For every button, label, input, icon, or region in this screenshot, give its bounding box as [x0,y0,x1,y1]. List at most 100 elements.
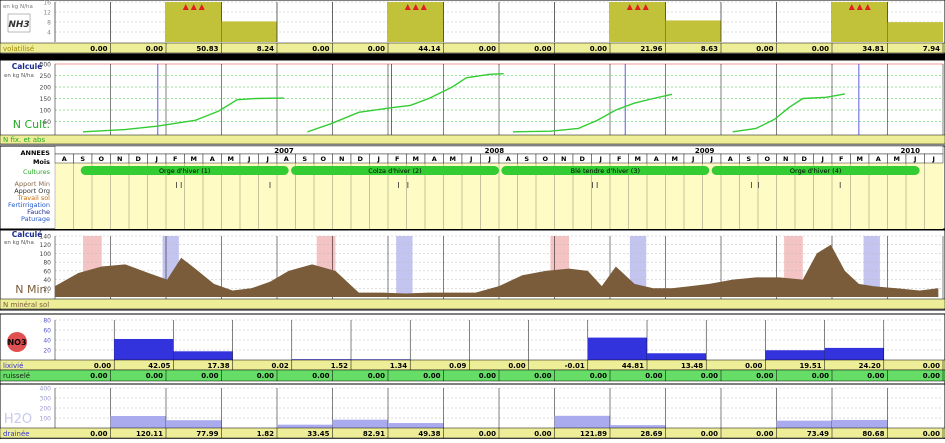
nmin-y-tick: 120 [40,242,52,249]
no3-lixivie-value: 0.02 [272,362,289,370]
nh3-value-label: 0.00 [368,45,385,53]
ncult-footer-row [0,135,945,144]
calendar-month-label: A [210,155,215,163]
no3-ruissele-value: 0.00 [146,372,163,380]
no3-ruissele-value: 0.00 [368,372,385,380]
calendar-month-label: J [469,155,472,163]
nmin-footer-row [0,299,945,309]
calendar-month-label: O [764,155,770,163]
crop-label: Blé tendre d'hiver (3) [571,167,640,175]
h2o-value: 0.00 [701,430,718,438]
nmin-y-tick: 60 [43,268,51,275]
h2o-value: 121.89 [580,430,607,438]
nh3-value-label: 34.81 [862,45,884,53]
nh3-value-label: 8.63 [701,45,718,53]
no3-lixivie-value: 13.48 [681,362,703,370]
h2o-value: 28.69 [640,430,662,438]
calendar-month-label: D [136,155,142,163]
calendar-month-label: F [839,155,843,163]
calendar-month-label: M [857,155,863,163]
h2o-value: 120.11 [136,430,163,438]
nmin-header: Calculé [12,230,43,239]
nh3-value-label: 0.00 [90,45,107,53]
no3-lixivie-value: 0.00 [923,362,940,370]
calendar-month-label: J [821,155,824,163]
no3-ruissele-value: 0.00 [867,372,884,380]
no3-ruissele-value: 0.00 [312,372,329,380]
no3-y-tick: 60 [43,328,51,335]
no3-ruissele-value: 0.00 [590,372,607,380]
calendar-month-label: J [691,155,694,163]
nh3-value-label: 0.00 [534,45,551,53]
no3-ruissele-value: 0.00 [479,372,496,380]
no3-ruissele-value: 0.00 [812,372,829,380]
no3-ruissele-value: 0.00 [701,372,718,380]
no3-lixivie-value: 0.00 [745,362,762,370]
nh3-value-label: 0.00 [146,45,163,53]
h2o-bar [111,416,167,428]
h2o-value: 73.49 [807,430,829,438]
nh3-y-tick: 12 [43,10,51,17]
no3-bar [647,353,706,360]
panel-separator [0,54,945,60]
no3-bar [825,348,884,360]
h2o-value: 0.00 [90,430,107,438]
nh3-bar [222,21,278,42]
h2o-y-tick: 300 [40,396,52,403]
no3-ruissele-value: 0.00 [756,372,773,380]
h2o-bar [333,420,389,428]
no3-ruissele-value: 0.00 [201,372,218,380]
calendar-month-label: S [80,155,85,163]
calendar-month-label: M [672,155,678,163]
no3-lixivie-value: 44.81 [622,362,644,370]
ncult-unit-label: en kg N/ha [4,73,34,79]
calendar-month-label: J [377,155,380,163]
h2o-value: 0.00 [756,430,773,438]
nh3-y-tick: 4 [47,30,51,37]
nmin-y-tick: 80 [43,260,51,267]
no3-y-tick: 80 [43,318,51,325]
no3-lixivie-value: 0.00 [508,362,525,370]
h2o-bar [610,425,666,428]
ncult-y-tick: 300 [40,62,52,69]
calendar-month-label: O [98,155,104,163]
crop-label: Colza d'hiver (2) [368,167,421,175]
h2o-y-tick: 100 [40,416,52,423]
h2o-value: 49.38 [418,430,440,438]
no3-ruissele-value: 0.00 [90,372,107,380]
nmin-y-tick: 140 [40,234,52,241]
nh3-unit-label: en kg N/ha [3,4,33,10]
calendar-month-label: M [894,155,900,163]
calendar-month-label: F [395,155,399,163]
h2o-row-label: drainée [3,430,30,438]
calendar-month-label: J [599,155,602,163]
ncult-footer-text: N fix. et abs [3,136,45,144]
calendar-month-label: D [580,155,586,163]
calendar-month-label: J [266,155,269,163]
crop-label: Orge d'hiver (4) [790,167,842,175]
no3-badge: NO3 [7,338,26,347]
nmin-y-tick: 20 [43,286,51,293]
nh3-value-label: 0.00 [590,45,607,53]
no3-bar [588,338,647,360]
no3-ruissele-value: 0.00 [423,372,440,380]
simulation-dashboard: 481216en kg N/haNH3volatilisé0.000.0050.… [0,0,945,439]
calendar-month-label: A [284,155,289,163]
h2o-badge: H2O [4,412,32,427]
calendar-month-label: J [247,155,250,163]
nh3-value-row [0,43,945,53]
nh3-y-tick: 16 [43,0,51,7]
calendar-month-label: M [635,155,641,163]
calendar-row-label: Paturage [21,215,50,223]
calendar-month-label: M [191,155,197,163]
calendar-month-label: F [617,155,621,163]
nh3-value-label: 7.94 [923,45,940,53]
calendar-month-label: N [117,155,122,163]
calendar-row-label: Cultures [23,168,51,176]
no3-lixivie-value: 19.51 [799,362,821,370]
calendar-month-label: J [488,155,491,163]
h2o-value: 80.68 [862,430,884,438]
nmin-shading [396,236,412,297]
no3-row-label-ruissele: ruisselé [3,372,30,380]
nmin-unit-label: en kg N/ha [4,240,34,246]
